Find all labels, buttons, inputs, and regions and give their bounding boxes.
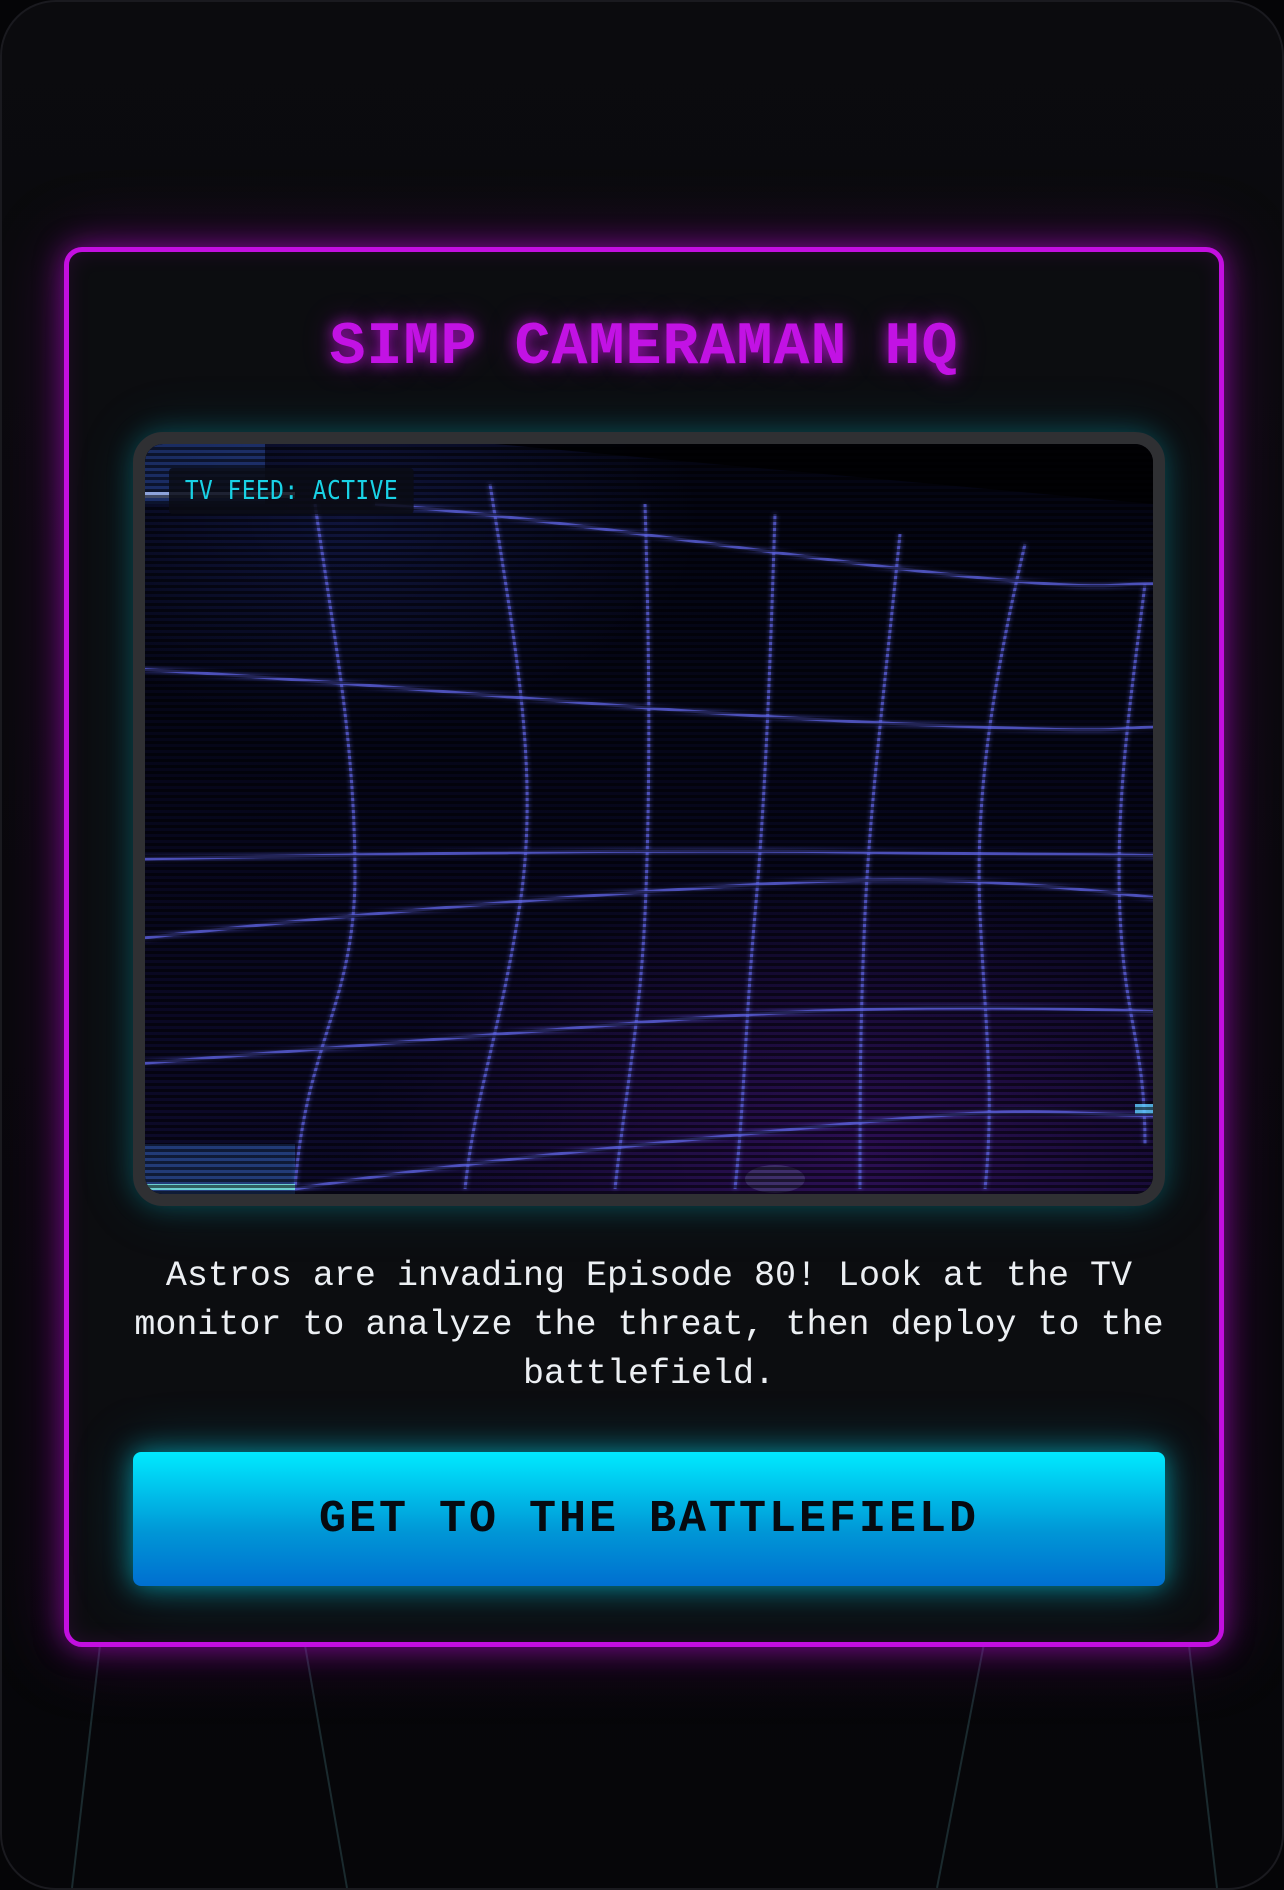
page-title: SIMP CAMERAMAN HQ (329, 314, 959, 382)
mission-description: Astros are invading Episode 80! Look at … (134, 1256, 1164, 1394)
game-screen: SIMP CAMERAMAN HQ TV FEED: ACTIVE Astros… (0, 0, 1284, 1890)
tv-monitor[interactable]: TV FEED: ACTIVE (133, 432, 1165, 1206)
tv-feed-grid (145, 444, 1153, 1194)
background-floor-lines (71, 1628, 1218, 1888)
battlefield-button[interactable]: GET TO THE BATTLEFIELD (133, 1452, 1165, 1586)
hq-panel: SIMP CAMERAMAN HQ TV FEED: ACTIVE Astros… (64, 247, 1224, 1647)
tv-feed-status-badge: TV FEED: ACTIVE (169, 468, 414, 514)
tv-feed: TV FEED: ACTIVE (145, 444, 1153, 1194)
